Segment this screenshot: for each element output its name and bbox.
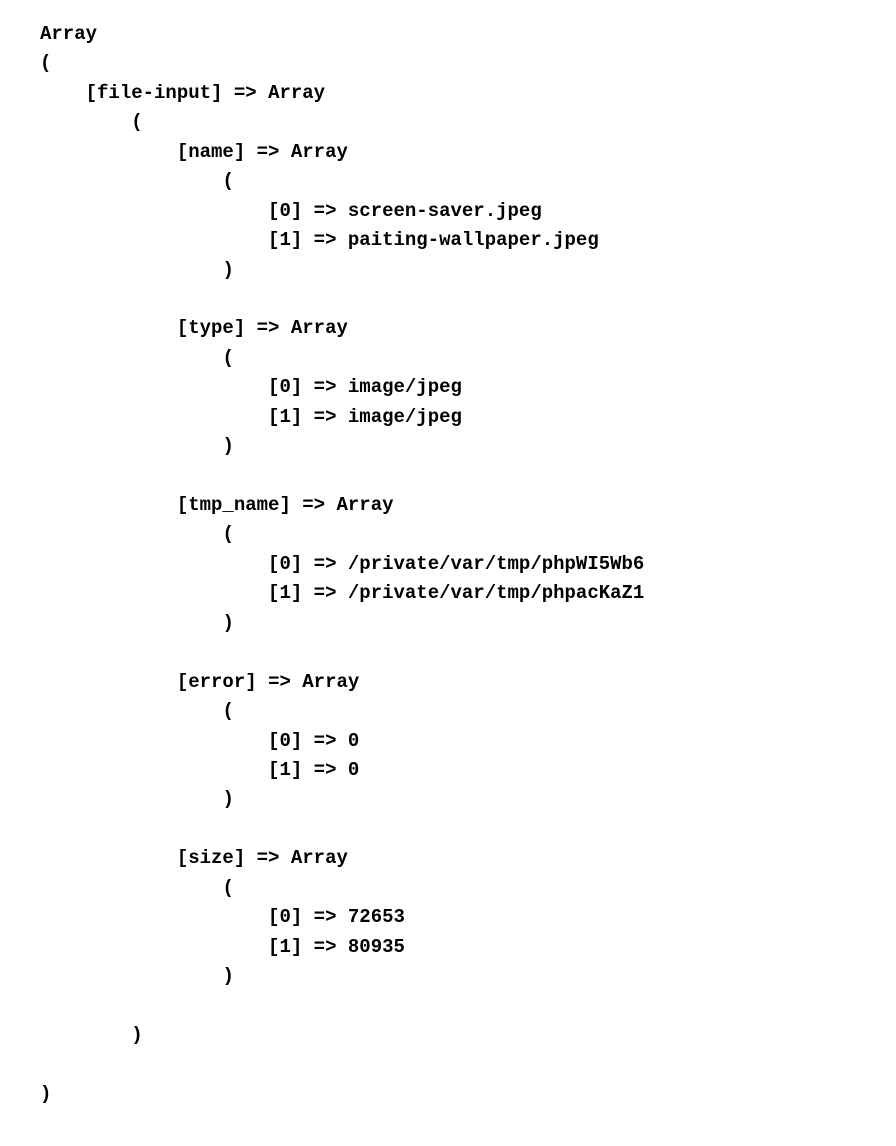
key-name: [name]	[177, 141, 245, 163]
tmp-name-0-value: /private/var/tmp/phpWI5Wb6	[348, 553, 644, 575]
tmp-name-1-value: /private/var/tmp/phpacKaZ1	[348, 582, 644, 604]
key-tmp-name: [tmp_name]	[177, 494, 291, 516]
error-0-value: 0	[348, 730, 359, 752]
size-0-value: 72653	[348, 906, 405, 928]
type-1-value: image/jpeg	[348, 406, 462, 428]
error-1-value: 0	[348, 759, 359, 781]
key-error: [error]	[177, 671, 257, 693]
type-0-value: image/jpeg	[348, 376, 462, 398]
key-type: [type]	[177, 317, 245, 339]
root-open-paren: (	[40, 52, 51, 74]
root-close-paren: )	[40, 1083, 51, 1105]
name-1-value: paiting-wallpaper.jpeg	[348, 229, 599, 251]
name-0-value: screen-saver.jpeg	[348, 200, 542, 222]
key-size: [size]	[177, 847, 245, 869]
file-input-key: [file-input]	[86, 82, 223, 104]
root-array-label: Array	[40, 23, 97, 45]
size-1-value: 80935	[348, 936, 405, 958]
php-print-r-output: Array ( [file-input] => Array ( [name] =…	[0, 0, 896, 1109]
file-input-type: Array	[268, 82, 325, 104]
